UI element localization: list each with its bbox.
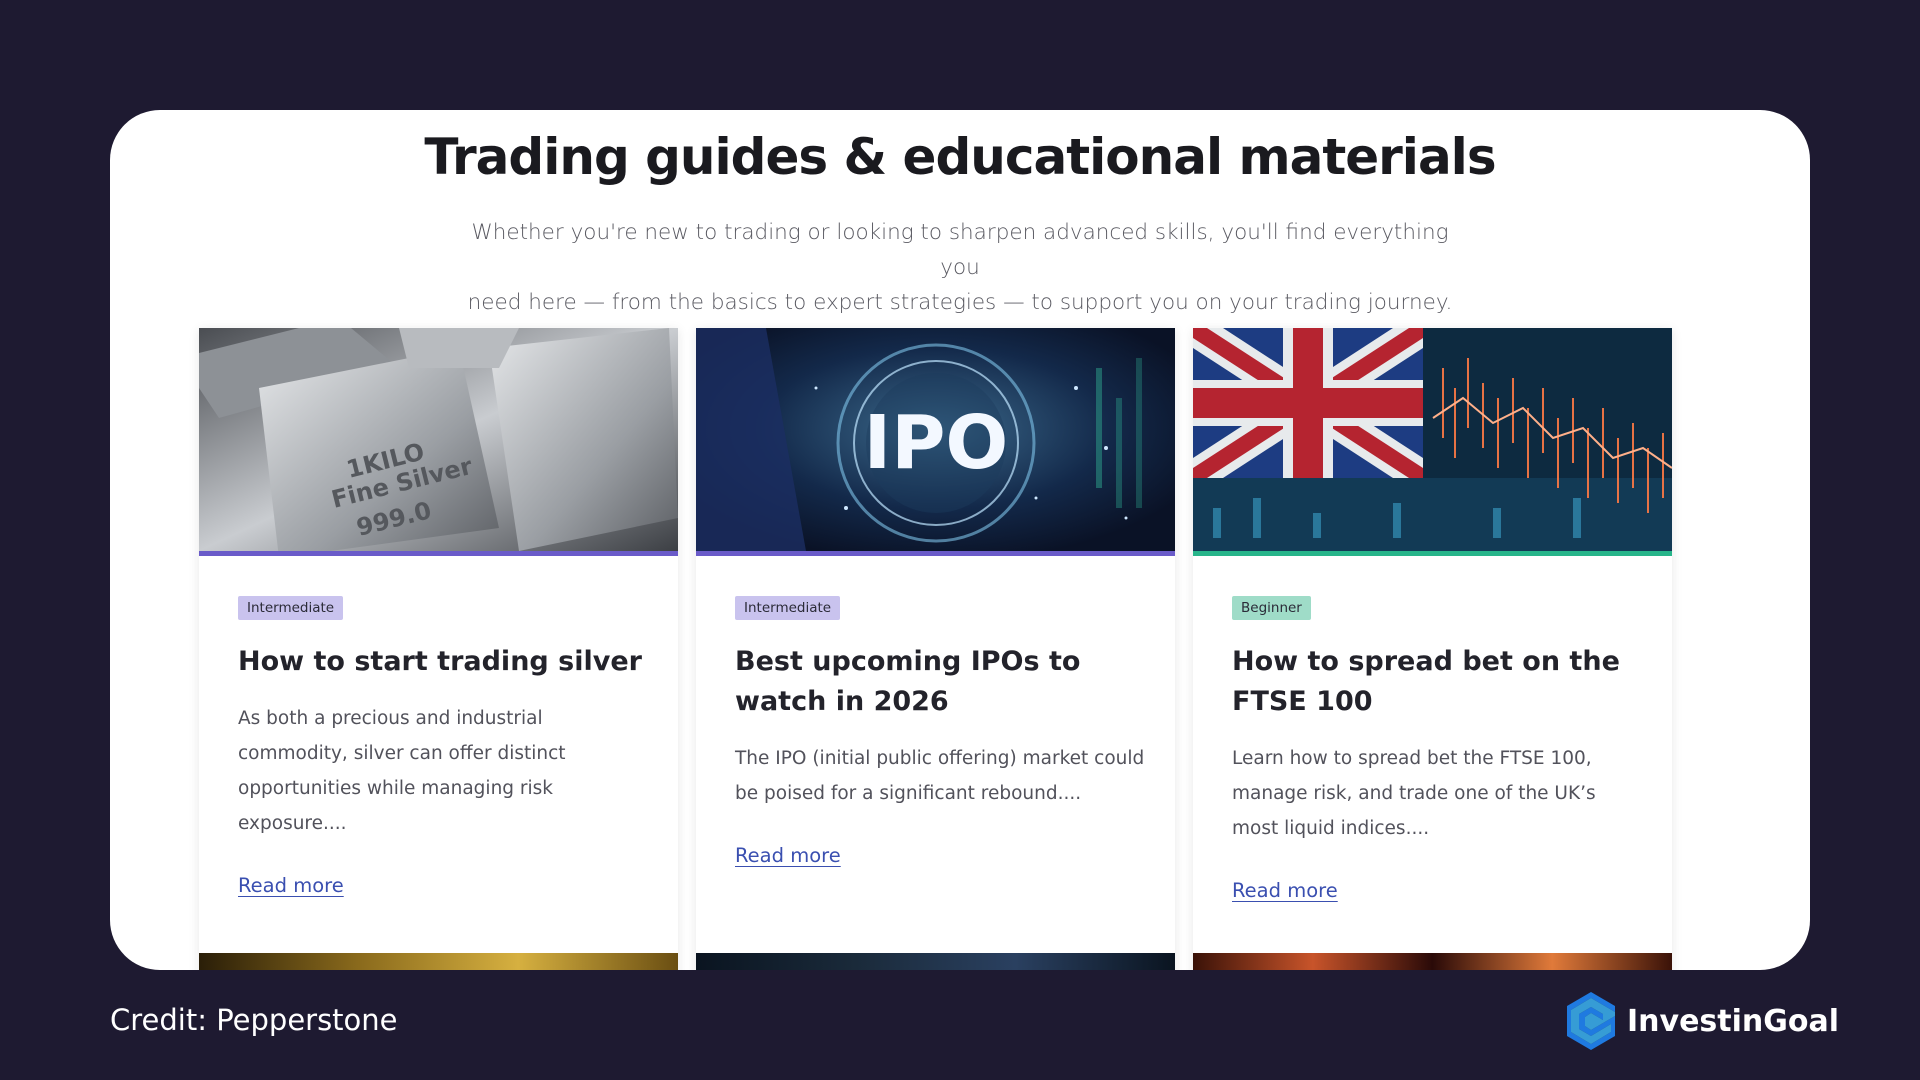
- read-more-link[interactable]: Read more: [735, 844, 841, 867]
- next-card-image-cards[interactable]: [696, 953, 1175, 970]
- brand-name: InvestinGoal: [1627, 1003, 1840, 1039]
- card-accent-bar: [1193, 551, 1672, 556]
- investingoal-brand[interactable]: InvestinGoal: [1563, 990, 1839, 1052]
- intro-line-1: Whether you're new to trading or looking…: [471, 220, 1449, 280]
- card-description: Learn how to spread bet the FTSE 100, ma…: [1232, 748, 1596, 839]
- image-credit: Credit: Pepperstone: [110, 1003, 398, 1037]
- level-badge: Intermediate: [238, 596, 344, 620]
- next-card-image-gold[interactable]: [199, 953, 678, 970]
- ipo-image[interactable]: IPO: [696, 328, 1175, 551]
- next-card-image-chart[interactable]: [1193, 953, 1672, 970]
- read-more-link[interactable]: Read more: [1232, 879, 1338, 902]
- card-description: As both a precious and industrial commod…: [238, 708, 566, 834]
- level-badge: Intermediate: [735, 596, 841, 620]
- card-accent-bar: [199, 551, 678, 556]
- investingoal-logo-icon: [1567, 992, 1615, 1050]
- guide-card-silver[interactable]: 1KILO Fine Silver 999.0 Intermediate How…: [199, 328, 678, 970]
- intro-text: Whether you're new to trading or looking…: [460, 215, 1460, 320]
- silver-bars-image[interactable]: 1KILO Fine Silver 999.0: [199, 328, 678, 551]
- intro-line-2: need here — from the basics to expert st…: [467, 290, 1453, 315]
- content-panel: Trading guides & educational materials W…: [110, 110, 1810, 970]
- page-title: Trading guides & educational materials: [424, 128, 1496, 186]
- uk-flag-chart-image[interactable]: [1193, 328, 1672, 551]
- card-title[interactable]: Best upcoming IPOs to watch in 2026: [735, 642, 1155, 722]
- level-badge: Beginner: [1232, 596, 1311, 620]
- read-more-link[interactable]: Read more: [238, 874, 344, 897]
- card-description: The IPO (initial public offering) market…: [735, 748, 1145, 804]
- ipo-image-text: IPO: [864, 400, 1009, 486]
- card-accent-bar: [696, 551, 1175, 556]
- card-title[interactable]: How to spread bet on the FTSE 100: [1232, 642, 1652, 722]
- guide-card-ipo[interactable]: IPO Intermediate Best upcoming IPOs to w…: [696, 328, 1175, 970]
- guide-card-ftse[interactable]: Beginner How to spread bet on the FTSE 1…: [1193, 328, 1672, 970]
- card-title[interactable]: How to start trading silver: [238, 642, 658, 682]
